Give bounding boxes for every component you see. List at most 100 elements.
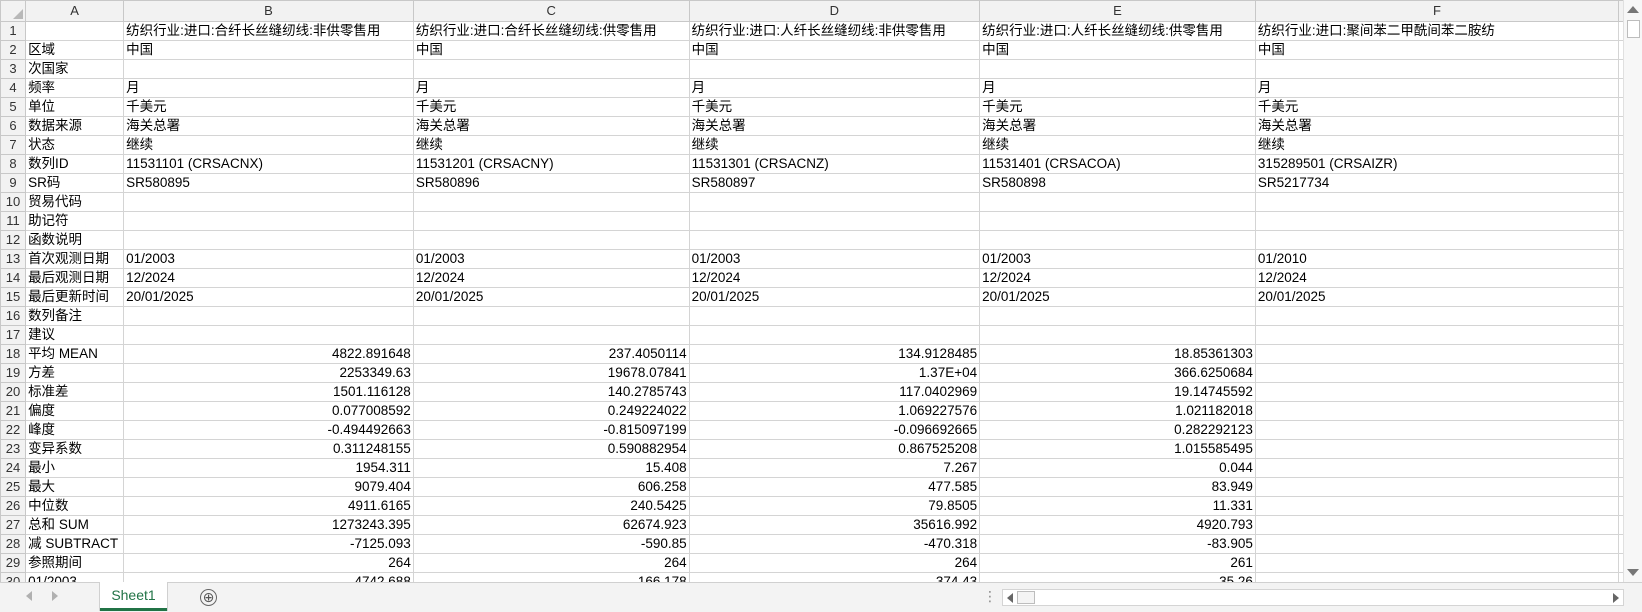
row-header[interactable]: 28 xyxy=(0,534,27,554)
row-header[interactable]: 19 xyxy=(0,363,27,383)
cell-b5[interactable]: 千美元 xyxy=(123,97,414,117)
cell-b21[interactable]: 0.077008592 xyxy=(123,401,414,421)
cell-b11[interactable] xyxy=(123,211,414,231)
worksheet-table[interactable]: ABCDEF 1 纺织行业:进口:合纤长丝缝纫线:非供零售用 纺织行业:进口:合纤长… xyxy=(0,0,1624,582)
cell-f12[interactable] xyxy=(1254,230,1620,250)
row-header[interactable]: 24 xyxy=(0,458,27,478)
cell-b18[interactable]: 4822.891648 xyxy=(123,344,414,364)
cell-c21[interactable]: 0.249224022 xyxy=(412,401,690,421)
cell-c9[interactable]: SR580896 xyxy=(412,173,690,193)
next-sheet-icon[interactable] xyxy=(52,591,58,601)
cell-b20[interactable]: 1501.116128 xyxy=(123,382,414,402)
cell-c29[interactable]: 264 xyxy=(412,553,690,573)
cell-a11[interactable]: 助记符 xyxy=(25,211,125,231)
row-header[interactable]: 17 xyxy=(0,325,27,345)
cell-c16[interactable] xyxy=(412,306,690,326)
cell-c7[interactable]: 继续 xyxy=(412,135,690,155)
cell-c17[interactable] xyxy=(412,325,690,345)
cell-a21[interactable]: 偏度 xyxy=(25,401,125,421)
cell-b16[interactable] xyxy=(123,306,414,326)
add-sheet-icon[interactable]: ⊕ xyxy=(200,589,217,606)
cell-b12[interactable] xyxy=(123,230,414,250)
cell-e30[interactable]: 35.26 xyxy=(979,572,1256,582)
cell-e18[interactable]: 18.85361303 xyxy=(979,344,1256,364)
column-header-a[interactable]: A xyxy=(25,0,125,22)
cell-a29[interactable]: 参照期间 xyxy=(25,553,125,573)
cell-f20[interactable] xyxy=(1254,382,1620,402)
row-header[interactable]: 25 xyxy=(0,477,27,497)
cell-f23[interactable] xyxy=(1254,439,1620,459)
cell-a13[interactable]: 首次观测日期 xyxy=(25,249,125,269)
cell-f24[interactable] xyxy=(1254,458,1620,478)
horizontal-scrollbar[interactable] xyxy=(1002,589,1624,606)
cell-a15[interactable]: 最后更新时间 xyxy=(25,287,125,307)
cell-f4[interactable]: 月 xyxy=(1254,78,1620,98)
cell-a3[interactable]: 次国家 xyxy=(25,59,125,79)
cell-e15[interactable]: 20/01/2025 xyxy=(979,287,1256,307)
cell-c25[interactable]: 606.258 xyxy=(412,477,690,497)
cell-d21[interactable]: 1.069227576 xyxy=(688,401,981,421)
cell-e9[interactable]: SR580898 xyxy=(979,173,1256,193)
row-header[interactable]: 20 xyxy=(0,382,27,402)
cell-b30[interactable]: 4742.688 xyxy=(123,572,414,582)
cell-c24[interactable]: 15.408 xyxy=(412,458,690,478)
cell-b25[interactable]: 9079.404 xyxy=(123,477,414,497)
cell-e26[interactable]: 11.331 xyxy=(979,496,1256,516)
cell-b9[interactable]: SR580895 xyxy=(123,173,414,193)
cell-a25[interactable]: 最大 xyxy=(25,477,125,497)
cell-d22[interactable]: -0.096692665 xyxy=(688,420,981,440)
row-header[interactable]: 13 xyxy=(0,249,27,269)
cell-e2[interactable]: 中国 xyxy=(979,40,1256,60)
cell-b28[interactable]: -7125.093 xyxy=(123,534,414,554)
cell-a22[interactable]: 峰度 xyxy=(25,420,125,440)
cell-b6[interactable]: 海关总署 xyxy=(123,116,414,136)
cell-d27[interactable]: 35616.992 xyxy=(688,515,981,535)
cell-a1[interactable] xyxy=(25,21,125,41)
cell-b29[interactable]: 264 xyxy=(123,553,414,573)
column-header-c[interactable]: C xyxy=(412,0,690,22)
cell-e16[interactable] xyxy=(979,306,1256,326)
cell-a20[interactable]: 标准差 xyxy=(25,382,125,402)
row-header[interactable]: 10 xyxy=(0,192,27,212)
cell-e1[interactable]: 纺织行业:进口:人纤长丝缝纫线:供零售用 xyxy=(979,21,1256,41)
cell-b27[interactable]: 1273243.395 xyxy=(123,515,414,535)
cell-e11[interactable] xyxy=(979,211,1256,231)
cell-f19[interactable] xyxy=(1254,363,1620,383)
cell-e14[interactable]: 12/2024 xyxy=(979,268,1256,288)
cell-a16[interactable]: 数列备注 xyxy=(25,306,125,326)
scroll-left-icon[interactable] xyxy=(1007,593,1013,603)
cell-d19[interactable]: 1.37E+04 xyxy=(688,363,981,383)
cell-b26[interactable]: 4911.6165 xyxy=(123,496,414,516)
cell-a18[interactable]: 平均 MEAN xyxy=(25,344,125,364)
row-header[interactable]: 14 xyxy=(0,268,27,288)
cell-c26[interactable]: 240.5425 xyxy=(412,496,690,516)
row-header[interactable]: 16 xyxy=(0,306,27,326)
cell-a28[interactable]: 减 SUBTRACT xyxy=(25,534,125,554)
cell-c6[interactable]: 海关总署 xyxy=(412,116,690,136)
cell-c19[interactable]: 19678.07841 xyxy=(412,363,690,383)
row-header[interactable]: 23 xyxy=(0,439,27,459)
cell-b10[interactable] xyxy=(123,192,414,212)
cell-e28[interactable]: -83.905 xyxy=(979,534,1256,554)
row-header[interactable]: 7 xyxy=(0,135,27,155)
vertical-scroll-thumb[interactable] xyxy=(1627,20,1640,38)
cell-f17[interactable] xyxy=(1254,325,1620,345)
cell-c18[interactable]: 237.4050114 xyxy=(412,344,690,364)
cell-a14[interactable]: 最后观测日期 xyxy=(25,268,125,288)
cell-d25[interactable]: 477.585 xyxy=(688,477,981,497)
cell-e21[interactable]: 1.021182018 xyxy=(979,401,1256,421)
column-header-b[interactable]: B xyxy=(123,0,414,22)
cell-c15[interactable]: 20/01/2025 xyxy=(412,287,690,307)
cell-b14[interactable]: 12/2024 xyxy=(123,268,414,288)
row-header[interactable]: 26 xyxy=(0,496,27,516)
row-header[interactable]: 9 xyxy=(0,173,27,193)
cell-f26[interactable] xyxy=(1254,496,1620,516)
cell-d30[interactable]: 374.43 xyxy=(688,572,981,582)
row-header[interactable]: 5 xyxy=(0,97,27,117)
cell-d3[interactable] xyxy=(688,59,981,79)
cell-a2[interactable]: 区域 xyxy=(25,40,125,60)
cell-f18[interactable] xyxy=(1254,344,1620,364)
cell-e5[interactable]: 千美元 xyxy=(979,97,1256,117)
cell-d13[interactable]: 01/2003 xyxy=(688,249,981,269)
column-header-e[interactable]: E xyxy=(979,0,1256,22)
